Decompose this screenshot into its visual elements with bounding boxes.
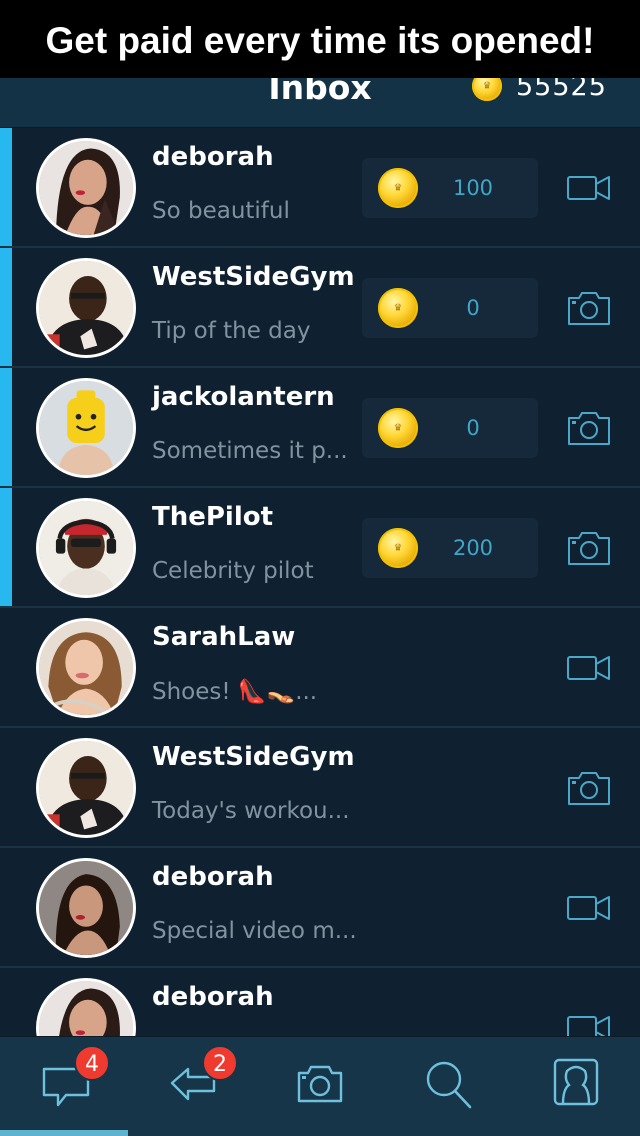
tip-value: 0 <box>466 296 480 320</box>
sender-name: WestSideGym <box>152 262 355 292</box>
tab-bar: 4 2 <box>0 1036 640 1136</box>
message-preview: Today's workou... <box>152 798 350 824</box>
tip-amount: 0 <box>362 398 538 458</box>
tab-search[interactable] <box>418 1051 478 1111</box>
promo-banner: Get paid every time its opened! <box>0 0 640 78</box>
camera-icon[interactable] <box>566 288 612 328</box>
tip-value: 200 <box>452 536 494 560</box>
tab-camera[interactable] <box>290 1051 350 1111</box>
video-icon[interactable] <box>566 1008 612 1036</box>
avatar <box>36 498 136 598</box>
camera-icon[interactable] <box>566 528 612 568</box>
message-row[interactable]: deborah <box>0 968 640 1036</box>
message-list[interactable]: deborah So beautiful 100 WestSideGym Tip… <box>0 128 640 1036</box>
camera-icon <box>297 1065 343 1103</box>
message-row[interactable]: jackolantern Sometimes it p... 0 <box>0 368 640 488</box>
avatar <box>36 738 136 838</box>
message-row[interactable]: deborah Special video m... <box>0 848 640 968</box>
coin-icon <box>378 408 418 448</box>
message-row[interactable]: SarahLaw Shoes! 👠👡... <box>0 608 640 728</box>
avatar <box>36 978 136 1036</box>
sender-name: jackolantern <box>152 382 335 412</box>
sender-name: SarahLaw <box>152 622 296 652</box>
camera-icon[interactable] <box>566 408 612 448</box>
avatar <box>36 138 136 238</box>
tab-replies[interactable]: 2 <box>164 1045 238 1111</box>
sender-name: deborah <box>152 982 274 1012</box>
search-icon <box>426 1061 472 1109</box>
message-preview: Special video m... <box>152 918 357 944</box>
message-row[interactable]: deborah So beautiful 100 <box>0 128 640 248</box>
tip-amount: 0 <box>362 278 538 338</box>
message-preview: Tip of the day <box>152 318 311 344</box>
message-row[interactable]: WestSideGym Today's workou... <box>0 728 640 848</box>
message-preview: Celebrity pilot <box>152 558 314 584</box>
video-icon[interactable] <box>566 888 612 928</box>
camera-icon[interactable] <box>566 768 612 808</box>
replies-badge: 2 <box>202 1045 238 1081</box>
tab-inbox[interactable]: 4 <box>36 1045 110 1111</box>
avatar <box>36 858 136 958</box>
sender-name: deborah <box>152 862 274 892</box>
sender-name: deborah <box>152 142 274 172</box>
message-row[interactable]: WestSideGym Tip of the day 0 <box>0 248 640 368</box>
coin-icon <box>378 168 418 208</box>
coin-icon <box>378 528 418 568</box>
sender-name: ThePilot <box>152 502 274 532</box>
sender-name: WestSideGym <box>152 742 355 772</box>
tip-value: 100 <box>452 176 494 200</box>
tip-amount: 100 <box>362 158 538 218</box>
coin-icon <box>378 288 418 328</box>
avatar <box>36 258 136 358</box>
unread-badge: 4 <box>74 1045 110 1081</box>
message-preview: So beautiful <box>152 198 290 224</box>
video-icon[interactable] <box>566 168 612 208</box>
tab-profile[interactable] <box>546 1051 606 1111</box>
profile-icon <box>553 1058 599 1106</box>
avatar <box>36 378 136 478</box>
tip-value: 0 <box>466 416 480 440</box>
message-preview: Sometimes it p... <box>152 438 348 464</box>
selected-tab-indicator <box>0 1130 128 1136</box>
tip-amount: 200 <box>362 518 538 578</box>
message-preview: Shoes! 👠👡... <box>152 679 318 705</box>
message-row[interactable]: ThePilot Celebrity pilot 200 <box>0 488 640 608</box>
video-icon[interactable] <box>566 648 612 688</box>
avatar <box>36 618 136 718</box>
